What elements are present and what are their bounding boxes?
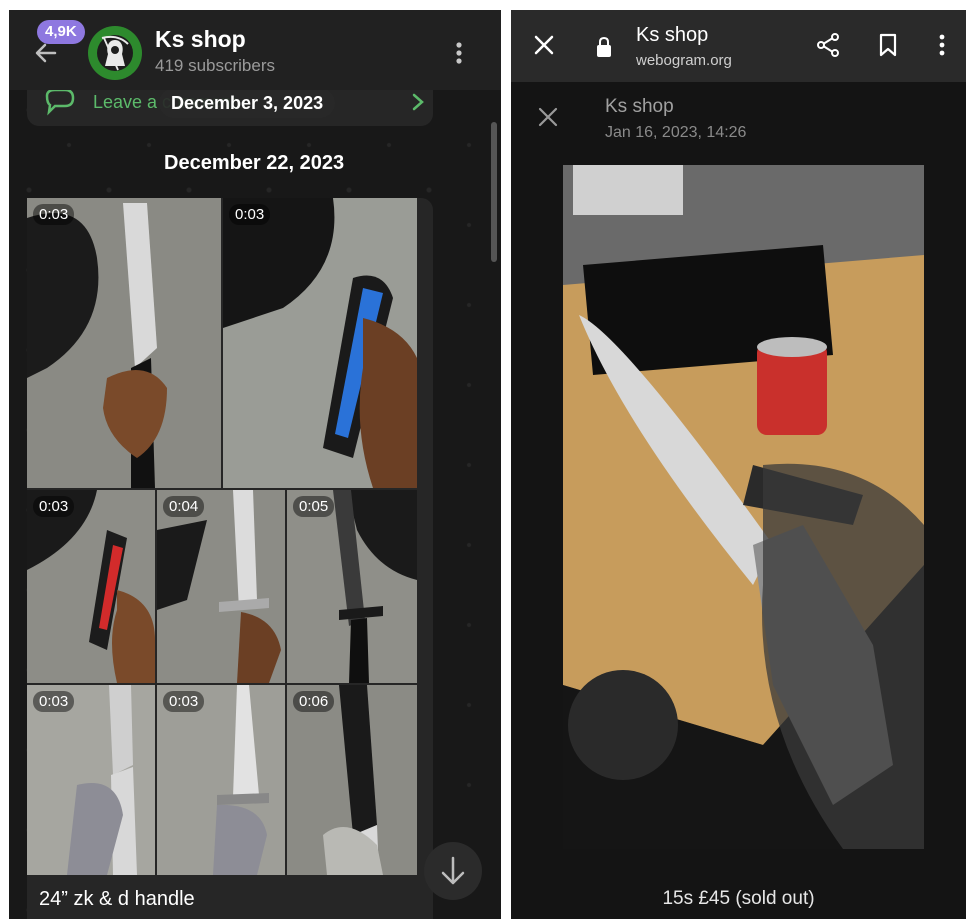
video-duration: 0:03 <box>163 691 205 712</box>
more-vertical-icon[interactable] <box>935 32 949 58</box>
machete-image <box>333 490 417 683</box>
browser-toolbar: Ks shop webogram.org <box>511 10 966 82</box>
reaper-logo <box>97 35 133 71</box>
message-caption: 24” zk & d handle <box>39 888 195 910</box>
folding-knife-image <box>223 198 417 488</box>
video-thumbnail[interactable]: 0:06 <box>287 685 417 875</box>
telegram-channel-panel: 4,9K Ks shop 419 subscribers Leave a com… <box>9 10 501 919</box>
video-thumbnail[interactable]: 0:05 <box>287 490 417 683</box>
lock-icon <box>597 36 611 57</box>
video-thumbnail[interactable]: 0:03 <box>157 685 285 875</box>
scrollbar[interactable] <box>491 122 497 262</box>
comment-icon <box>45 88 75 116</box>
folding-knife-image <box>27 490 155 683</box>
page-url: webogram.org <box>636 52 732 69</box>
video-thumbnail[interactable]: 0:03 <box>27 198 221 488</box>
video-duration: 0:03 <box>229 204 271 225</box>
date-separator: December 3, 2023 <box>159 88 336 118</box>
video-duration: 0:03 <box>33 496 75 517</box>
close-icon[interactable] <box>537 106 559 128</box>
viewer-channel-name: Ks shop <box>605 96 674 117</box>
viewer-video[interactable] <box>563 165 924 849</box>
arrow-down-icon <box>441 856 465 885</box>
viewer-caption: 15s £45 (sold out) <box>662 888 815 909</box>
knife-in-glove-image <box>213 685 269 875</box>
share-icon[interactable] <box>815 32 841 58</box>
video-thumbnail[interactable]: 0:03 <box>27 685 155 875</box>
scroll-down-button[interactable] <box>424 842 482 900</box>
channel-title[interactable]: Ks shop <box>155 26 246 53</box>
video-duration: 0:05 <box>293 496 335 517</box>
media-viewer-panel: Ks shop webogram.org Ks shop Jan 16, 202… <box>511 10 966 919</box>
bookmark-icon[interactable] <box>877 32 899 58</box>
survival-knife-image <box>157 490 281 683</box>
more-vertical-icon[interactable] <box>449 38 469 68</box>
viewer-post-date: Jan 16, 2023, 14:26 <box>605 124 747 141</box>
date-separator: December 22, 2023 <box>164 152 345 174</box>
page-title: Ks shop <box>636 24 709 46</box>
machete-image <box>323 685 383 875</box>
video-thumbnail[interactable]: 0:04 <box>157 490 285 683</box>
video-duration: 0:04 <box>163 496 205 517</box>
video-thumbnail[interactable]: 0:03 <box>223 198 417 488</box>
knife-in-glove-image <box>67 685 137 875</box>
video-duration: 0:03 <box>33 204 75 225</box>
chevron-right-icon <box>412 93 424 111</box>
machete-image <box>27 203 167 488</box>
channel-header: 4,9K Ks shop 419 subscribers <box>9 10 501 90</box>
media-album-message: 0:03 0:03 0:03 0:04 0:05 0:03 0:03 0:06 … <box>27 198 433 919</box>
knife-on-table-image <box>563 165 924 849</box>
channel-avatar[interactable] <box>88 26 142 80</box>
unread-badge: 4,9K <box>37 20 85 44</box>
video-thumbnail[interactable]: 0:03 <box>27 490 155 683</box>
close-icon[interactable] <box>531 32 557 58</box>
video-duration: 0:03 <box>33 691 75 712</box>
subscriber-count: 419 subscribers <box>155 56 276 75</box>
video-duration: 0:06 <box>293 691 335 712</box>
